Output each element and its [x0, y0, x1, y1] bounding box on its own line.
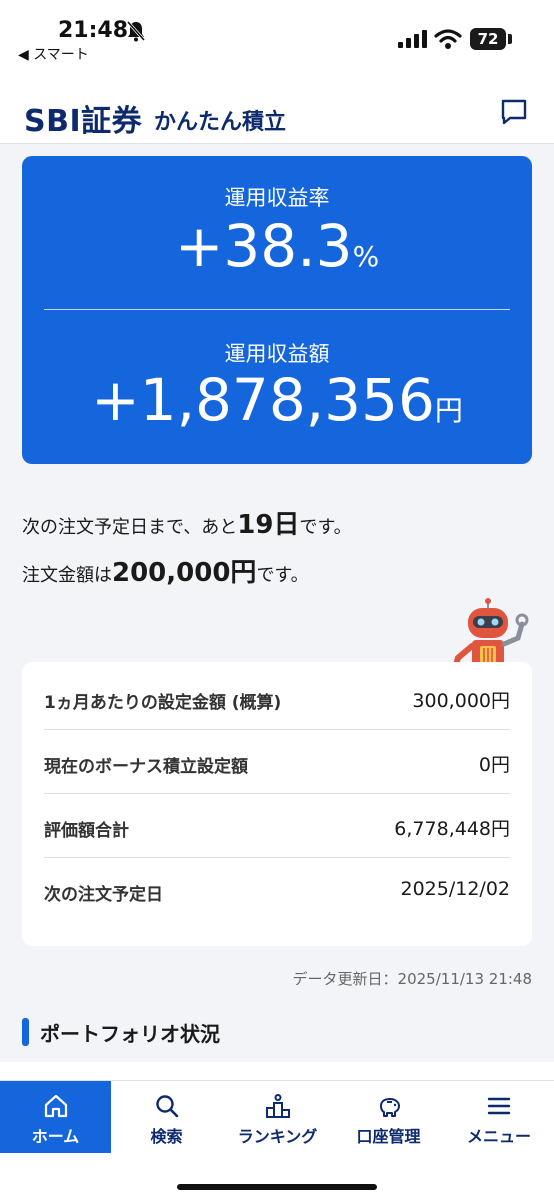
order-amount-suffix: です。 — [256, 565, 309, 586]
nav-search[interactable]: 検索 — [111, 1081, 222, 1153]
menu-icon — [487, 1097, 511, 1115]
portfolio-section-preview — [0, 1062, 554, 1082]
ranking-icon — [265, 1094, 290, 1118]
piggy-bank-icon — [379, 1098, 400, 1117]
battery-tip — [508, 34, 512, 44]
bottom-navigation: ホーム 検索 ランキング 口座管理 メニュー — [0, 1080, 554, 1200]
table-row: 次の注文予定日 2025/12/02 — [44, 858, 510, 922]
wifi-icon — [434, 29, 462, 49]
back-to-app-link[interactable]: ◀ スマート — [18, 44, 89, 64]
home-icon — [44, 1094, 67, 1118]
next-order-date-label: 次の注文予定日 — [44, 885, 163, 905]
bell-muted-icon — [126, 21, 146, 42]
table-row: 1ヵ月あたりの設定金額 (概算) 300,000円 — [44, 666, 510, 730]
card-divider — [44, 309, 510, 310]
bonus-amount-value: 0円 — [478, 754, 510, 776]
nav-home-label: ホーム — [31, 1127, 80, 1146]
profit-summary-card: 運用収益率 +38.3% 運用収益額 +1,878,356円 — [22, 156, 532, 464]
app-header: SBI証券 かんたん積立 — [0, 72, 554, 144]
profit-amount-value: +1,878,356円 — [22, 366, 532, 434]
profit-rate-label: 運用収益率 — [224, 186, 330, 210]
search-icon — [155, 1095, 178, 1118]
robot-mascot-icon — [451, 598, 529, 672]
next-order-date-value: 2025/12/02 — [400, 878, 510, 900]
order-amount-prefix: 注文金額は — [22, 565, 112, 586]
nav-home[interactable]: ホーム — [0, 1081, 111, 1153]
profit-rate-value: +38.3% — [22, 212, 532, 280]
status-bar: 21:48 ◀ スマート 72 — [0, 0, 554, 72]
battery-indicator: 72 — [470, 28, 506, 50]
next-order-prefix: 次の注文予定日まで、あと — [22, 517, 238, 538]
nav-search-label: 検索 — [150, 1127, 183, 1146]
data-updated-timestamp: データ更新日：2025/11/13 21:48 — [292, 970, 532, 988]
home-indicator — [177, 1184, 377, 1190]
nav-menu-label: メニュー — [466, 1127, 531, 1146]
nav-account-label: 口座管理 — [356, 1127, 421, 1146]
table-row: 現在のボーナス積立設定額 0円 — [44, 730, 510, 794]
nav-account[interactable]: 口座管理 — [333, 1081, 444, 1153]
status-time: 21:48 — [58, 18, 129, 43]
profit-rate-number: +38.3 — [174, 212, 353, 280]
table-row: 評価額合計 6,778,448円 — [44, 794, 510, 858]
valuation-total-value: 6,778,448円 — [394, 818, 510, 840]
brand-logo: SBI証券 — [24, 104, 143, 139]
portfolio-section-title: ポートフォリオ状況 — [40, 1022, 220, 1046]
profit-amount-label: 運用収益額 — [224, 342, 330, 366]
valuation-total-label: 評価額合計 — [44, 821, 129, 841]
settings-summary-card: 1ヵ月あたりの設定金額 (概算) 300,000円 現在のボーナス積立設定額 0… — [22, 662, 532, 946]
profit-amount-number: +1,878,356 — [91, 366, 435, 434]
nav-ranking-label: ランキング — [237, 1127, 318, 1146]
next-order-countdown: 次の注文予定日まで、あと19日です。 — [22, 504, 352, 541]
next-order-days: 19日 — [237, 510, 300, 540]
order-amount-text: 注文金額は200,000円です。 — [22, 552, 309, 589]
brand-subtitle: かんたん積立 — [154, 110, 287, 135]
nav-ranking[interactable]: ランキング — [222, 1081, 333, 1153]
profit-rate-unit: % — [352, 240, 380, 273]
monthly-amount-label: 1ヵ月あたりの設定金額 (概算) — [44, 693, 282, 713]
order-amount-value: 200,000円 — [112, 558, 257, 588]
chat-icon[interactable] — [500, 98, 528, 126]
profit-amount-unit: 円 — [434, 394, 463, 427]
signal-icon — [398, 30, 427, 48]
nav-menu[interactable]: メニュー — [444, 1081, 554, 1153]
monthly-amount-value: 300,000円 — [412, 690, 510, 712]
next-order-suffix: です。 — [299, 517, 352, 538]
bonus-amount-label: 現在のボーナス積立設定額 — [44, 757, 248, 777]
